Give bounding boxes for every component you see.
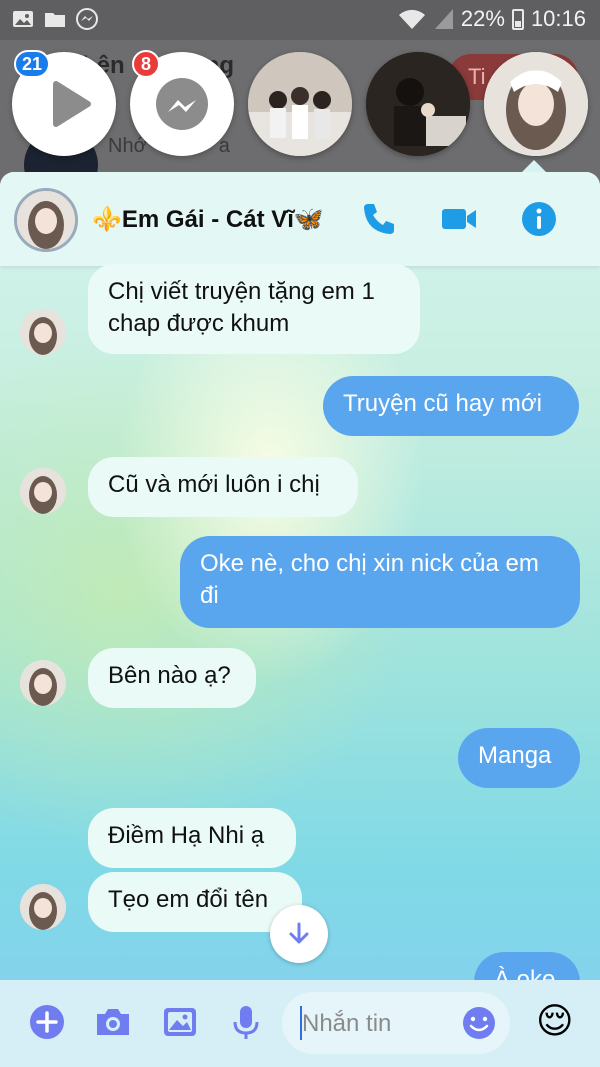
messenger-badge: 8	[132, 50, 160, 78]
quick-reaction-emoji[interactable]: 😌	[536, 1000, 574, 1044]
sender-avatar	[20, 468, 66, 514]
contact-name[interactable]: ⚜️Em Gái - Cát Vĩ🦋	[92, 205, 324, 234]
group-photo-head[interactable]	[248, 52, 352, 156]
gallery-icon[interactable]	[160, 1002, 200, 1042]
wifi-icon	[398, 9, 425, 29]
contact-avatar-image	[17, 191, 75, 249]
sender-avatar	[20, 884, 66, 930]
chat-header: ⚜️Em Gái - Cát Vĩ🦋	[0, 172, 600, 266]
camera-icon[interactable]	[93, 1002, 133, 1042]
group-photo	[248, 52, 352, 156]
contact-photo-head[interactable]	[484, 52, 588, 156]
phone-icon[interactable]	[360, 200, 398, 238]
friend-photo	[366, 52, 470, 156]
message-bubble-outgoing[interactable]: Truyện cũ hay mới	[323, 376, 579, 436]
scroll-down-button[interactable]	[270, 905, 328, 963]
sender-avatar	[20, 660, 66, 706]
message-bubble-incoming[interactable]: Cũ và mới luôn i chị	[88, 457, 358, 517]
message-input-container[interactable]	[282, 992, 510, 1054]
message-bubble-outgoing[interactable]: Manga	[458, 728, 580, 788]
add-icon[interactable]	[27, 1002, 67, 1042]
message-bubble-incoming[interactable]: Bên nào ạ?	[88, 648, 256, 708]
contact-avatar[interactable]	[14, 188, 78, 252]
signal-icon	[434, 9, 453, 29]
message-bubble-outgoing[interactable]: Oke nè, cho chị xin nick của em đi	[180, 536, 580, 628]
battery-percent: 22%	[460, 6, 505, 31]
message-input[interactable]	[300, 1004, 454, 1044]
gallery-icon	[13, 11, 33, 27]
messenger-notify-icon	[76, 8, 98, 30]
message-bubble-incoming[interactable]: Điềm Hạ Nhi ạ	[88, 808, 296, 868]
active-head-pointer	[522, 160, 546, 172]
message-bubble-incoming[interactable]: Tẹo em đổi tên	[88, 872, 302, 932]
chat-panel: ⚜️Em Gái - Cát Vĩ🦋 Chị viết truyện tặng …	[0, 172, 600, 1067]
contact-photo	[484, 52, 588, 156]
sender-avatar	[20, 309, 66, 355]
video-badge: 21	[14, 50, 51, 78]
message-bubble-incoming[interactable]: Chị viết truyện tặng em 1 chap được khum	[88, 264, 420, 354]
notification-icons	[12, 8, 98, 30]
message-composer: 😌	[0, 980, 600, 1067]
arrow-down-icon	[289, 922, 309, 944]
video-call-icon[interactable]	[440, 200, 478, 238]
microphone-icon[interactable]	[226, 1002, 266, 1042]
emoji-picker-icon[interactable]	[460, 1004, 498, 1042]
clock: 10:16	[530, 6, 586, 31]
status-bar: 22% 10:16	[0, 0, 600, 40]
friend-photo-head[interactable]	[366, 52, 470, 156]
battery-icon	[511, 9, 524, 30]
info-icon[interactable]	[520, 200, 558, 238]
folder-icon	[45, 13, 65, 27]
